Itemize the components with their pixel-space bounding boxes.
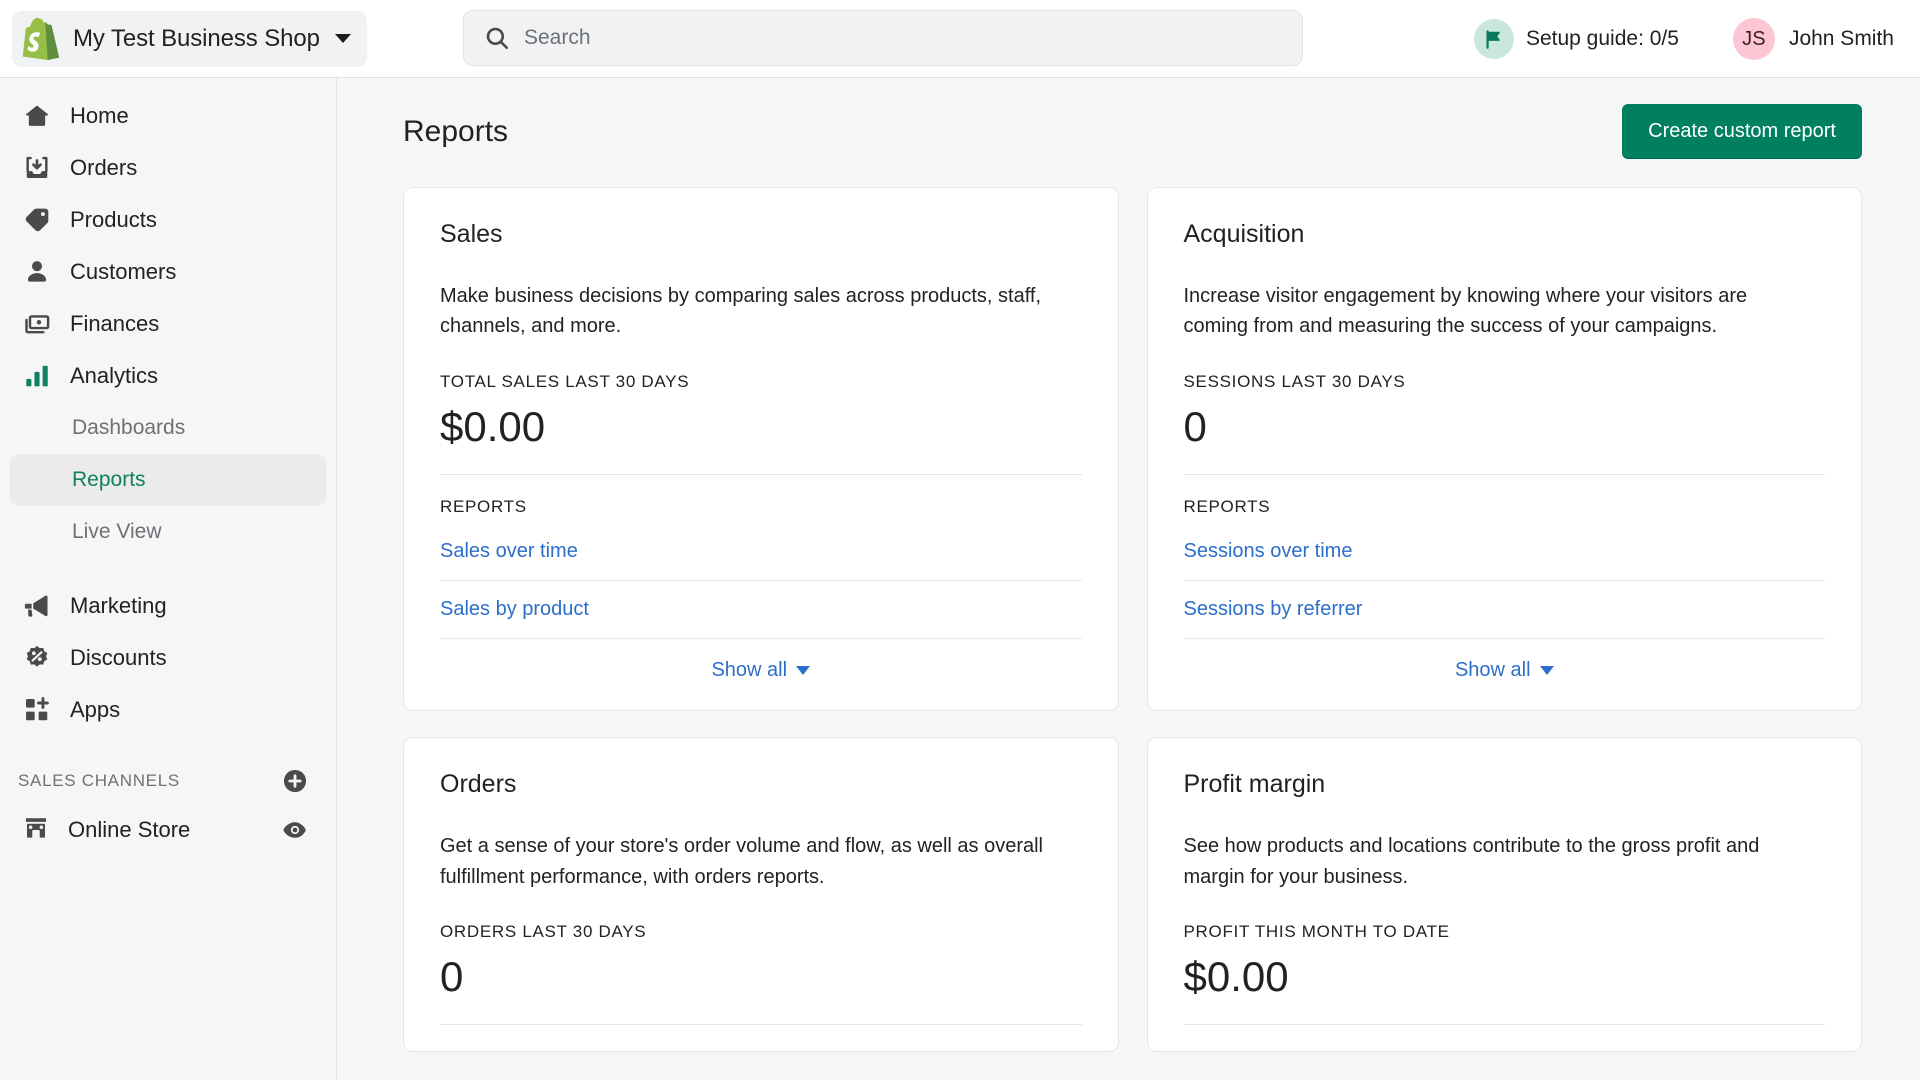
- sidebar-item-discounts[interactable]: Discounts: [10, 632, 326, 684]
- megaphone-icon: [22, 591, 52, 621]
- sidebar-subitem-dashboards[interactable]: Dashboards: [10, 402, 326, 454]
- card-title: Profit margin: [1183, 770, 1326, 799]
- sidebar-item-label: Finances: [70, 311, 160, 336]
- avatar: JS: [1732, 18, 1775, 60]
- metric-value: $0.00: [1183, 952, 1825, 1026]
- sales-channels-title: Sales channels: [18, 771, 180, 790]
- person-icon: [22, 257, 52, 287]
- eye-icon[interactable]: [282, 817, 308, 843]
- metric-label: Profit this month to date: [1183, 921, 1450, 941]
- card-description: Get a sense of your store's order volume…: [440, 835, 1043, 888]
- report-card-profit-margin: Profit margin See how products and locat…: [1146, 737, 1862, 1053]
- shop-name: My Test Business Shop: [73, 24, 320, 52]
- report-card-grid: Sales Make business decisions by compari…: [337, 159, 1920, 1053]
- sidebar-item-customers[interactable]: Customers: [10, 246, 326, 298]
- page-title: Reports: [403, 114, 509, 148]
- sidebar-item-label: Customers: [70, 259, 177, 284]
- sidebar-item-online-store[interactable]: Online Store: [10, 804, 326, 856]
- sidebar-item-label: Analytics: [70, 363, 159, 388]
- user-name: John Smith: [1788, 27, 1894, 50]
- create-custom-report-button[interactable]: Create custom report: [1622, 104, 1862, 159]
- show-all-button[interactable]: Show all: [440, 639, 1082, 684]
- card-description: Increase visitor engagement by knowing w…: [1183, 285, 1748, 338]
- reports-label: Reports: [440, 497, 527, 517]
- search-placeholder: Search: [524, 26, 591, 49]
- report-card-acquisition: Acquisition Increase visitor engagement …: [1146, 187, 1862, 712]
- sidebar-item-analytics[interactable]: Analytics: [10, 350, 326, 402]
- sidebar-item-label: Home: [70, 103, 129, 128]
- card-title: Sales: [440, 220, 503, 248]
- sidebar-item-orders[interactable]: Orders: [10, 142, 326, 194]
- product-tag-icon: [22, 205, 52, 235]
- sidebar-item-finances[interactable]: Finances: [10, 298, 326, 350]
- main-content: Reports Create custom report Sales Make …: [337, 78, 1920, 1080]
- user-menu[interactable]: JS John Smith: [1721, 12, 1906, 66]
- metric-value: 0: [440, 952, 1082, 1026]
- metric-label: Sessions last 30 days: [1183, 371, 1406, 391]
- page-header: Reports Create custom report: [337, 78, 1920, 159]
- sidebar-item-label: Marketing: [70, 593, 167, 618]
- sidebar-subitem-reports[interactable]: Reports: [10, 454, 326, 506]
- metric-value: $0.00: [440, 402, 1082, 476]
- sidebar-item-home[interactable]: Home: [10, 90, 326, 142]
- sidebar: Home Orders Products Customers Finances …: [0, 78, 337, 1080]
- shop-switcher[interactable]: My Test Business Shop: [12, 10, 367, 67]
- sidebar-subitem-label: Reports: [72, 468, 146, 491]
- home-icon: [22, 101, 52, 131]
- apps-grid-plus-icon: [22, 695, 52, 725]
- orders-inbox-icon: [22, 153, 52, 183]
- reports-label: Reports: [1183, 497, 1271, 517]
- chevron-down-icon: [796, 666, 811, 676]
- card-title: Orders: [440, 770, 517, 799]
- chevron-down-icon: [1539, 666, 1554, 676]
- report-link[interactable]: Sales by product: [440, 581, 1082, 640]
- sidebar-item-label: Orders: [70, 155, 138, 180]
- setup-guide-button[interactable]: Setup guide: 0/5: [1460, 11, 1693, 67]
- shopify-bag-logo: [22, 17, 60, 60]
- chevron-down-icon: [334, 34, 351, 43]
- metric-label: Total sales last 30 days: [440, 371, 690, 391]
- report-card-sales: Sales Make business decisions by compari…: [403, 187, 1119, 712]
- sidebar-item-label: Online Store: [68, 817, 191, 842]
- sidebar-item-apps[interactable]: Apps: [10, 684, 326, 736]
- report-link[interactable]: Sessions by referrer: [1183, 581, 1825, 640]
- card-description: See how products and locations contribut…: [1183, 835, 1760, 888]
- sidebar-item-marketing[interactable]: Marketing: [10, 580, 326, 632]
- metric-value: 0: [1183, 402, 1825, 476]
- report-link[interactable]: Sessions over time: [1183, 523, 1825, 582]
- sidebar-item-products[interactable]: Products: [10, 194, 326, 246]
- sidebar-subitem-live-view[interactable]: Live View: [10, 506, 326, 558]
- sidebar-item-label: Products: [70, 207, 157, 232]
- metric-label: Orders last 30 days: [440, 921, 647, 941]
- search-icon: [486, 27, 509, 50]
- discount-badge-icon: [22, 643, 52, 673]
- sidebar-subitem-label: Live View: [72, 520, 162, 543]
- sales-channels-header: Sales channels: [10, 758, 326, 804]
- flag-icon: [1473, 19, 1514, 59]
- search-input[interactable]: Search: [463, 10, 1303, 66]
- analytics-bars-icon: [22, 361, 52, 391]
- sidebar-subitem-label: Dashboards: [72, 416, 186, 439]
- card-description: Make business decisions by comparing sal…: [440, 285, 1042, 338]
- top-bar-actions: Setup guide: 0/5 JS John Smith: [1460, 0, 1906, 78]
- top-bar: My Test Business Shop Search Setup guide…: [0, 0, 1920, 78]
- sidebar-item-label: Apps: [70, 697, 121, 722]
- show-all-button[interactable]: Show all: [1184, 639, 1826, 684]
- card-title: Acquisition: [1183, 220, 1305, 248]
- show-all-label: Show all: [711, 659, 788, 682]
- show-all-label: Show all: [1454, 659, 1531, 682]
- report-card-orders: Orders Get a sense of your store's order…: [403, 737, 1119, 1053]
- storefront-icon: [22, 814, 50, 847]
- sidebar-item-label: Discounts: [70, 645, 167, 670]
- plus-circle-icon[interactable]: [282, 768, 308, 794]
- finances-bill-icon: [22, 309, 52, 339]
- report-link[interactable]: Sales over time: [440, 523, 1082, 582]
- setup-guide-label: Setup guide: 0/5: [1525, 27, 1679, 50]
